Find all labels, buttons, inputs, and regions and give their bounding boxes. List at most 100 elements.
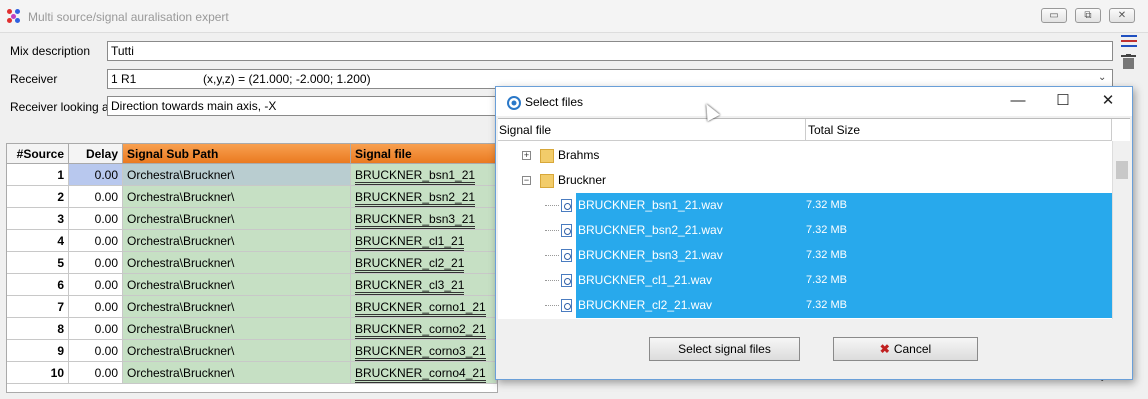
table-row[interactable]: 5 0.00 Orchestra\Bruckner\ BRUCKNER_cl2_21 xyxy=(7,252,497,274)
wav-file-icon xyxy=(561,224,572,237)
tree-file-item[interactable]: BRUCKNER_cl2_21.wav 7.32 MB xyxy=(498,293,1112,318)
minimize-button[interactable]: ▭ xyxy=(1041,8,1067,23)
col-file-header[interactable]: Signal file xyxy=(351,144,497,164)
signal-file-cell[interactable]: BRUCKNER_bsn3_21 xyxy=(351,208,497,230)
restore-button[interactable]: ⧉ xyxy=(1075,8,1101,23)
tree-file-item[interactable]: BRUCKNER_bsn3_21.wav 7.32 MB xyxy=(498,243,1112,268)
wav-file-icon xyxy=(561,274,572,287)
signal-path-cell[interactable]: Orchestra\Bruckner\ xyxy=(123,230,351,252)
signal-path-cell[interactable]: Orchestra\Bruckner\ xyxy=(123,362,351,384)
tree-folder-bruckner[interactable]: − Bruckner xyxy=(498,168,1112,193)
receiver-looking-select[interactable]: Direction towards main axis, -X xyxy=(107,96,497,116)
file-size: 7.32 MB xyxy=(806,224,847,236)
file-name: BRUCKNER_cl2_21.wav xyxy=(578,298,713,312)
signal-file-value: BRUCKNER_cl3_21 xyxy=(355,278,465,295)
source-number: 9 xyxy=(7,340,69,362)
signal-path-cell[interactable]: Orchestra\Bruckner\ xyxy=(123,252,351,274)
signal-file-value: BRUCKNER_cl1_21 xyxy=(355,234,465,251)
delay-cell[interactable]: 0.00 xyxy=(69,230,123,252)
signal-path-cell[interactable]: Orchestra\Bruckner\ xyxy=(123,318,351,340)
delay-cell[interactable]: 0.00 xyxy=(69,296,123,318)
signal-file-cell[interactable]: BRUCKNER_cl1_21 xyxy=(351,230,497,252)
scrollbar-thumb[interactable] xyxy=(1116,161,1128,179)
signal-file-value: BRUCKNER_cl2_21 xyxy=(355,256,465,273)
col-source-header[interactable]: #Source xyxy=(7,144,69,164)
file-name: BRUCKNER_bsn1_21.wav xyxy=(578,198,723,212)
expand-icon[interactable]: + xyxy=(522,151,531,160)
dialog-maximize-button[interactable]: ☐ xyxy=(1053,92,1073,110)
wav-file-icon xyxy=(561,249,572,262)
signal-file-icon xyxy=(507,96,521,110)
signal-path-cell[interactable]: Orchestra\Bruckner\ xyxy=(123,208,351,230)
wav-file-icon xyxy=(561,199,572,212)
source-number: 3 xyxy=(7,208,69,230)
mix-description-label: Mix description xyxy=(10,44,91,58)
col-total-size-header[interactable]: Total Size xyxy=(806,119,1112,141)
table-row[interactable]: 7 0.00 Orchestra\Bruckner\ BRUCKNER_corno1_… xyxy=(7,296,497,318)
signal-file-cell[interactable]: BRUCKNER_cl3_21 xyxy=(351,274,497,296)
tree-scrollbar[interactable] xyxy=(1112,141,1130,319)
folder-icon xyxy=(540,149,554,163)
source-number: 2 xyxy=(7,186,69,208)
signal-file-cell[interactable]: BRUCKNER_corno1_21 xyxy=(351,296,497,318)
table-row[interactable]: 6 0.00 Orchestra\Bruckner\ BRUCKNER_cl3_21 xyxy=(7,274,497,296)
table-row[interactable]: 2 0.00 Orchestra\Bruckner\ BRUCKNER_bsn2_21 xyxy=(7,186,497,208)
delay-cell[interactable]: 0.00 xyxy=(69,208,123,230)
col-signal-file-header[interactable]: Signal file xyxy=(498,119,806,141)
delay-cell[interactable]: 0.00 xyxy=(69,252,123,274)
title-bar: Multi source/signal auralisation expert … xyxy=(0,0,1148,33)
file-name: BRUCKNER_cl1_21.wav xyxy=(578,273,713,287)
signal-path-cell[interactable]: Orchestra\Bruckner\ xyxy=(123,340,351,362)
delay-cell[interactable]: 0.00 xyxy=(69,186,123,208)
dialog-title-bar: Select files — ☐ ✕ xyxy=(496,87,1132,116)
dialog-minimize-button[interactable]: — xyxy=(1008,92,1028,110)
table-row[interactable]: 10 0.00 Orchestra\Bruckner\ BRUCKNER_corno4… xyxy=(7,362,497,384)
tree-file-item[interactable]: BRUCKNER_bsn1_21.wav 7.32 MB xyxy=(498,193,1112,218)
app-logo-icon xyxy=(7,9,21,23)
delay-cell[interactable]: 0.00 xyxy=(69,340,123,362)
cancel-button[interactable]: ✖ Cancel xyxy=(833,337,978,361)
col-path-header[interactable]: Signal Sub Path xyxy=(123,144,351,164)
signal-file-cell[interactable]: BRUCKNER_cl2_21 xyxy=(351,252,497,274)
dialog-title: Select files xyxy=(525,95,584,109)
table-row[interactable]: 4 0.00 Orchestra\Bruckner\ BRUCKNER_cl1_21 xyxy=(7,230,497,252)
signal-path-cell[interactable]: Orchestra\Bruckner\ xyxy=(123,296,351,318)
sliders-icon[interactable] xyxy=(1120,32,1138,48)
table-row[interactable]: 1 0.00 Orchestra\Bruckner\ BRUCKNER_bsn1_21 xyxy=(7,164,497,186)
signal-file-cell[interactable]: BRUCKNER_corno4_21 xyxy=(351,362,497,384)
delay-cell[interactable]: 0.00 xyxy=(69,164,123,186)
window-title: Multi source/signal auralisation expert xyxy=(28,10,229,24)
signal-path-cell[interactable]: Orchestra\Bruckner\ xyxy=(123,164,351,186)
signal-file-value: BRUCKNER_corno3_21 xyxy=(355,344,486,361)
table-row[interactable]: 8 0.00 Orchestra\Bruckner\ BRUCKNER_corno2_… xyxy=(7,318,497,340)
dialog-close-button[interactable]: ✕ xyxy=(1098,92,1118,110)
chevron-down-icon[interactable]: ⌄ xyxy=(1098,72,1106,83)
tree-file-item[interactable]: BRUCKNER_bsn2_21.wav 7.32 MB xyxy=(498,218,1112,243)
tree-folder-label: Brahms xyxy=(558,148,600,162)
receiver-looking-label: Receiver looking at xyxy=(10,100,113,114)
source-number: 4 xyxy=(7,230,69,252)
signal-path-cell[interactable]: Orchestra\Bruckner\ xyxy=(123,186,351,208)
table-row[interactable]: 9 0.00 Orchestra\Bruckner\ BRUCKNER_corno3_… xyxy=(7,340,497,362)
file-size: 7.32 MB xyxy=(806,299,847,311)
delay-cell[interactable]: 0.00 xyxy=(69,362,123,384)
signal-file-cell[interactable]: BRUCKNER_bsn2_21 xyxy=(351,186,497,208)
source-number: 1 xyxy=(7,164,69,186)
select-signal-files-button[interactable]: Select signal files xyxy=(649,337,800,361)
trash-icon[interactable] xyxy=(1120,54,1138,70)
signal-file-cell[interactable]: BRUCKNER_corno2_21 xyxy=(351,318,497,340)
tree-file-item[interactable]: BRUCKNER_cl1_21.wav 7.32 MB xyxy=(498,268,1112,293)
signal-file-value: BRUCKNER_bsn3_21 xyxy=(355,212,476,229)
table-row[interactable]: 3 0.00 Orchestra\Bruckner\ BRUCKNER_bsn3_21 xyxy=(7,208,497,230)
signal-path-cell[interactable]: Orchestra\Bruckner\ xyxy=(123,274,351,296)
delay-cell[interactable]: 0.00 xyxy=(69,318,123,340)
mix-description-input[interactable]: Tutti xyxy=(107,41,1113,61)
tree-folder-brahms[interactable]: + Brahms xyxy=(498,143,1112,168)
signal-file-cell[interactable]: BRUCKNER_corno3_21 xyxy=(351,340,497,362)
delay-cell[interactable]: 0.00 xyxy=(69,274,123,296)
close-button[interactable]: ✕ xyxy=(1109,8,1135,23)
signal-file-cell[interactable]: BRUCKNER_bsn1_21 xyxy=(351,164,497,186)
collapse-icon[interactable]: − xyxy=(522,176,531,185)
file-name: BRUCKNER_bsn3_21.wav xyxy=(578,248,723,262)
col-delay-header[interactable]: Delay xyxy=(69,144,123,164)
